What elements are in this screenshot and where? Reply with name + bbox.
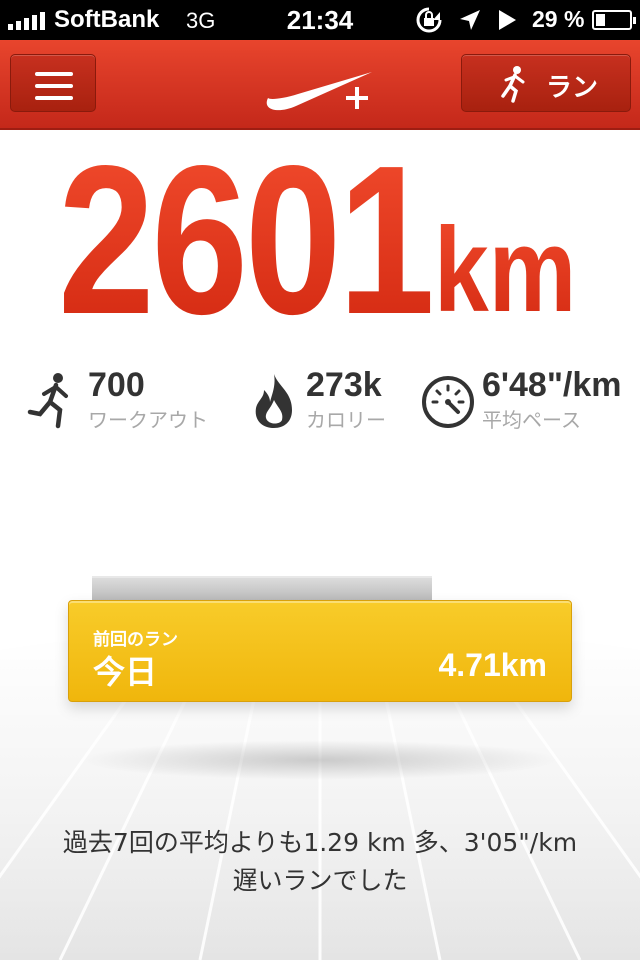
run-button-label: ラン bbox=[546, 73, 599, 103]
pace-value: 6'48"/km bbox=[482, 366, 622, 404]
last-run-distance: 4.71km bbox=[438, 647, 547, 683]
speedometer-icon bbox=[422, 376, 474, 428]
last-run-card[interactable]: 前回のラン 今日 4.71km bbox=[68, 600, 572, 702]
total-distance-unit: km bbox=[434, 203, 577, 337]
menu-button[interactable] bbox=[10, 54, 96, 112]
battery-icon bbox=[592, 10, 636, 30]
calories-value: 273k bbox=[306, 366, 382, 404]
rotation-lock-icon bbox=[416, 7, 442, 33]
app-header: ラン bbox=[0, 40, 640, 130]
flame-icon bbox=[255, 374, 292, 428]
total-distance-value: 2601 bbox=[58, 121, 435, 358]
previous-bar bbox=[92, 576, 432, 602]
workouts-label: ワークアウト bbox=[88, 408, 208, 432]
battery-percent: 29 % bbox=[532, 6, 585, 32]
stat-workouts: 700 ワークアウト bbox=[24, 366, 224, 436]
runner-icon bbox=[501, 66, 525, 103]
summary-line-1: 過去7回の平均よりも1.29 km 多、3'05"/km bbox=[62, 828, 578, 857]
calories-label: カロリー bbox=[306, 408, 386, 432]
location-icon bbox=[460, 10, 480, 30]
status-bar: SoftBank 3G 21:34 29 % bbox=[0, 0, 640, 40]
nike-plus-logo bbox=[266, 72, 372, 111]
run-summary: 過去7回の平均よりも1.29 km 多、3'05"/km 遅いランでした bbox=[0, 824, 640, 900]
stat-calories: 273k カロリー bbox=[248, 366, 408, 436]
card-shadow bbox=[80, 740, 560, 780]
workouts-value: 700 bbox=[88, 366, 145, 404]
stat-pace: 6'48"/km 平均ペース bbox=[420, 366, 640, 436]
summary-line-2: 遅いランでした bbox=[232, 866, 408, 895]
run-button[interactable]: ラン bbox=[461, 54, 631, 112]
hamburger-icon bbox=[35, 72, 73, 108]
runner-icon bbox=[27, 373, 68, 429]
play-icon bbox=[499, 10, 516, 30]
total-distance: 2601 km bbox=[0, 121, 640, 358]
pace-label: 平均ペース bbox=[482, 408, 581, 432]
last-run-day: 今日 bbox=[93, 653, 158, 691]
